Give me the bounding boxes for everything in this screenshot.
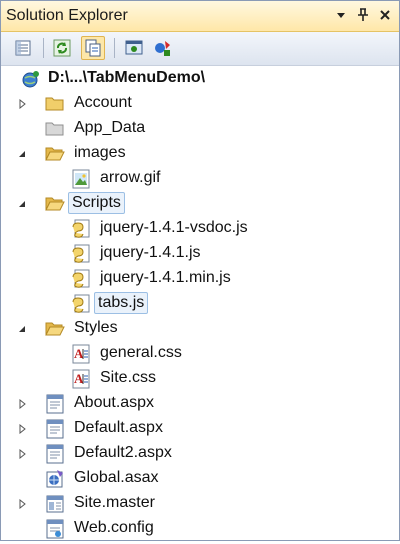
expand-arrow-icon[interactable]: [15, 441, 29, 466]
tree-item-about-aspx[interactable]: About.aspx: [1, 391, 399, 416]
tree-item-label: jquery-1.4.1-vsdoc.js: [100, 219, 248, 236]
title-bar: Solution Explorer: [1, 1, 399, 32]
folder-open-icon: [45, 144, 65, 164]
tree-item-styles[interactable]: Styles: [1, 316, 399, 341]
aspx-file-icon: [45, 444, 65, 464]
js-file-icon: [71, 244, 91, 264]
dropdown-icon[interactable]: [333, 5, 349, 25]
tree-item-label: Account: [74, 94, 132, 111]
config-file-icon: [45, 519, 65, 539]
tree-item-global-asax[interactable]: Global.asax: [1, 466, 399, 491]
folder-gray-icon: [45, 119, 65, 139]
web-project-icon: [21, 69, 41, 89]
global-asax-icon: [45, 469, 65, 489]
tree-item-default2-aspx[interactable]: Default2.aspx: [1, 441, 399, 466]
tree-item-label: Scripts: [68, 192, 125, 214]
tree-item-jquery-vsdoc[interactable]: jquery-1.4.1-vsdoc.js: [1, 216, 399, 241]
tree-item-label: general.css: [100, 344, 182, 361]
tree-item-label: Styles: [74, 319, 118, 336]
tree-item-label: jquery-1.4.1.js: [100, 244, 201, 261]
tree-item-site-css[interactable]: A Site.css: [1, 366, 399, 391]
js-file-icon: [71, 294, 91, 314]
tree-item-label: tabs.js: [94, 292, 149, 314]
pin-icon[interactable]: [355, 5, 371, 25]
tree-item-account[interactable]: Account: [1, 91, 399, 116]
aspx-file-icon: [45, 419, 65, 439]
tree-root-label: D:\...\TabMenuDemo\: [48, 69, 206, 86]
expand-arrow-icon[interactable]: [15, 91, 29, 116]
image-file-icon: [71, 169, 91, 189]
tree-item-label: images: [74, 144, 126, 161]
collapse-arrow-icon[interactable]: [15, 316, 29, 341]
view-designer-icon[interactable]: [122, 36, 146, 60]
expand-arrow-icon[interactable]: [15, 391, 29, 416]
collapse-arrow-icon[interactable]: [15, 191, 29, 216]
collapse-arrow-icon[interactable]: [15, 141, 29, 166]
panel-title: Solution Explorer: [6, 7, 128, 24]
tree-item-general-css[interactable]: A general.css: [1, 341, 399, 366]
tree-item-images[interactable]: images: [1, 141, 399, 166]
toolbar-separator: [114, 38, 115, 58]
title-buttons: [333, 5, 393, 25]
refresh-icon[interactable]: [50, 36, 74, 60]
toolbar-separator: [43, 38, 44, 58]
properties-icon[interactable]: [11, 36, 35, 60]
class-diagram-icon[interactable]: [151, 36, 175, 60]
tree-item-default-aspx[interactable]: Default.aspx: [1, 416, 399, 441]
css-file-icon: A: [71, 344, 91, 364]
tree-item-label: About.aspx: [74, 394, 155, 411]
aspx-file-icon: [45, 394, 65, 414]
expand-arrow-icon[interactable]: [15, 416, 29, 441]
tree-item-label: App_Data: [74, 119, 146, 136]
tree-item-app-data[interactable]: App_Data: [1, 116, 399, 141]
tree-item-jquery-min[interactable]: jquery-1.4.1.min.js: [1, 266, 399, 291]
folder-open-icon: [45, 194, 65, 214]
tree-item-web-config[interactable]: Web.config: [1, 516, 399, 541]
tree-item-label: jquery-1.4.1.min.js: [100, 269, 231, 286]
tree-item-label: Global.asax: [74, 469, 159, 486]
folder-open-icon: [45, 319, 65, 339]
tree-item-site-master[interactable]: Site.master: [1, 491, 399, 516]
tree-item-label: Default2.aspx: [74, 444, 172, 461]
tree-item-scripts[interactable]: Scripts: [1, 191, 399, 216]
tree-item-label: Site.css: [100, 369, 157, 386]
js-file-icon: [71, 219, 91, 239]
folder-icon: [45, 94, 65, 114]
solution-explorer-panel: Solution Explorer D:\...\TabMenuDemo\ Ac…: [0, 0, 400, 541]
tree-item-label: Site.master: [74, 494, 155, 511]
tree-item-jquery[interactable]: jquery-1.4.1.js: [1, 241, 399, 266]
master-file-icon: [45, 494, 65, 514]
nest-files-icon[interactable]: [81, 36, 105, 60]
toolbar: [1, 32, 399, 66]
css-file-icon: A: [71, 369, 91, 389]
tree-root[interactable]: D:\...\TabMenuDemo\: [1, 66, 399, 91]
close-icon[interactable]: [377, 5, 393, 25]
expand-arrow-icon[interactable]: [15, 491, 29, 516]
js-file-icon: [71, 269, 91, 289]
tree-item-label: arrow.gif: [100, 169, 161, 186]
tree-item-label: Default.aspx: [74, 419, 163, 436]
tree-item-arrow-gif[interactable]: arrow.gif: [1, 166, 399, 191]
tree-item-label: Web.config: [74, 519, 154, 536]
tree-item-tabs-js[interactable]: tabs.js: [1, 291, 399, 316]
